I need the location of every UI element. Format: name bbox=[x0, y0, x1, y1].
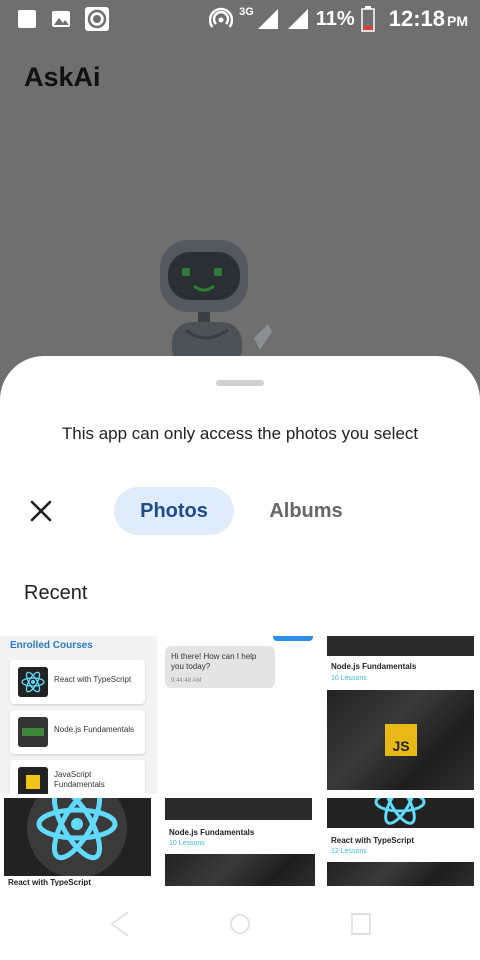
status-left-icons bbox=[16, 6, 110, 32]
course-name: JavaScript Fundamentals bbox=[54, 770, 105, 789]
code-image bbox=[165, 854, 315, 886]
react-logo-icon bbox=[374, 798, 426, 825]
access-message: This app can only access the photos you … bbox=[61, 424, 419, 443]
back-icon[interactable] bbox=[108, 910, 132, 938]
react-image bbox=[4, 798, 151, 878]
section-label-recent: Recent bbox=[24, 582, 88, 604]
course-name: Node.js Fundamentals bbox=[54, 725, 135, 734]
card-title: Node.js Fundamentals bbox=[169, 828, 255, 837]
photo-thumbnail[interactable]: Enrolled Courses React with TypeScript N… bbox=[0, 636, 157, 794]
card-subtitle: 10 Lessons bbox=[169, 840, 205, 847]
square-notification-icon bbox=[18, 10, 36, 28]
react-image bbox=[327, 798, 474, 828]
react-logo-icon bbox=[18, 667, 48, 697]
recents-icon[interactable] bbox=[350, 910, 372, 938]
chat-text: Hi there! How can I help you today? bbox=[171, 652, 257, 671]
app-title: AskAi bbox=[24, 62, 101, 92]
js-badge: JS bbox=[385, 724, 417, 756]
record-icon bbox=[85, 7, 109, 31]
home-icon[interactable] bbox=[228, 910, 252, 938]
drag-handle[interactable] bbox=[216, 380, 264, 386]
course-card: Node.js Fundamentals bbox=[10, 710, 145, 754]
tab-photos[interactable]: Photos bbox=[114, 487, 234, 535]
photo-thumbnail[interactable]: Node.js Fundamentals 10 Lessons JS bbox=[323, 636, 480, 794]
blue-accent-bar bbox=[273, 636, 313, 641]
card-title: React with TypeScript bbox=[331, 836, 414, 845]
card-title: Node.js Fundamentals bbox=[331, 662, 417, 671]
photo-thumbnail[interactable]: Node.js Fundamentals 10 Lessons bbox=[161, 798, 319, 886]
photo-thumbnail[interactable]: React with TypeScript 12 Lessons bbox=[323, 798, 480, 886]
battery-percent: 11% bbox=[315, 7, 355, 30]
code-image bbox=[327, 862, 474, 886]
nodejs-logo-icon bbox=[18, 717, 48, 747]
clock-ampm: PM bbox=[447, 13, 468, 29]
image-strip bbox=[165, 798, 312, 820]
photo-thumbnail[interactable]: React with TypeScript bbox=[0, 798, 157, 886]
status-bar: 3G 11% 12:18 PM bbox=[0, 0, 480, 38]
course-card: JavaScript Fundamentals bbox=[10, 760, 145, 794]
wifi-icon bbox=[287, 9, 308, 29]
card-subtitle: 12 Lessons bbox=[331, 848, 367, 855]
image-strip bbox=[327, 636, 474, 656]
enrolled-courses-title: Enrolled Courses bbox=[10, 640, 93, 651]
course-name: React with TypeScript bbox=[54, 675, 132, 684]
clock-time: 12:18 bbox=[388, 6, 445, 31]
robot-illustration bbox=[160, 240, 272, 368]
card-title: React with TypeScript bbox=[8, 878, 91, 886]
close-icon[interactable] bbox=[26, 496, 56, 526]
signal-icon bbox=[257, 9, 278, 29]
photo-picker-sheet: This app can only access the photos you … bbox=[0, 356, 480, 960]
photo-thumbnail[interactable]: Hi there! How can I help you today? 9:44… bbox=[161, 636, 319, 794]
network-type-label: 3G bbox=[239, 6, 254, 18]
react-logo-icon bbox=[27, 798, 127, 878]
code-image: JS bbox=[327, 690, 474, 790]
status-right-icons: 3G 11% 12:18 PM bbox=[209, 4, 468, 34]
image-icon bbox=[52, 11, 70, 27]
navigation-bar bbox=[0, 888, 480, 960]
chat-bubble: Hi there! How can I help you today? 9:44… bbox=[165, 646, 275, 688]
card-subtitle: 10 Lessons bbox=[331, 675, 367, 682]
chat-time: 9:44:48 AM bbox=[171, 678, 202, 684]
tab-albums[interactable]: Albums bbox=[250, 487, 362, 535]
course-card: React with TypeScript bbox=[10, 660, 145, 704]
javascript-logo-icon bbox=[18, 767, 48, 794]
battery-icon bbox=[360, 6, 375, 32]
hotspot-icon bbox=[209, 7, 234, 28]
